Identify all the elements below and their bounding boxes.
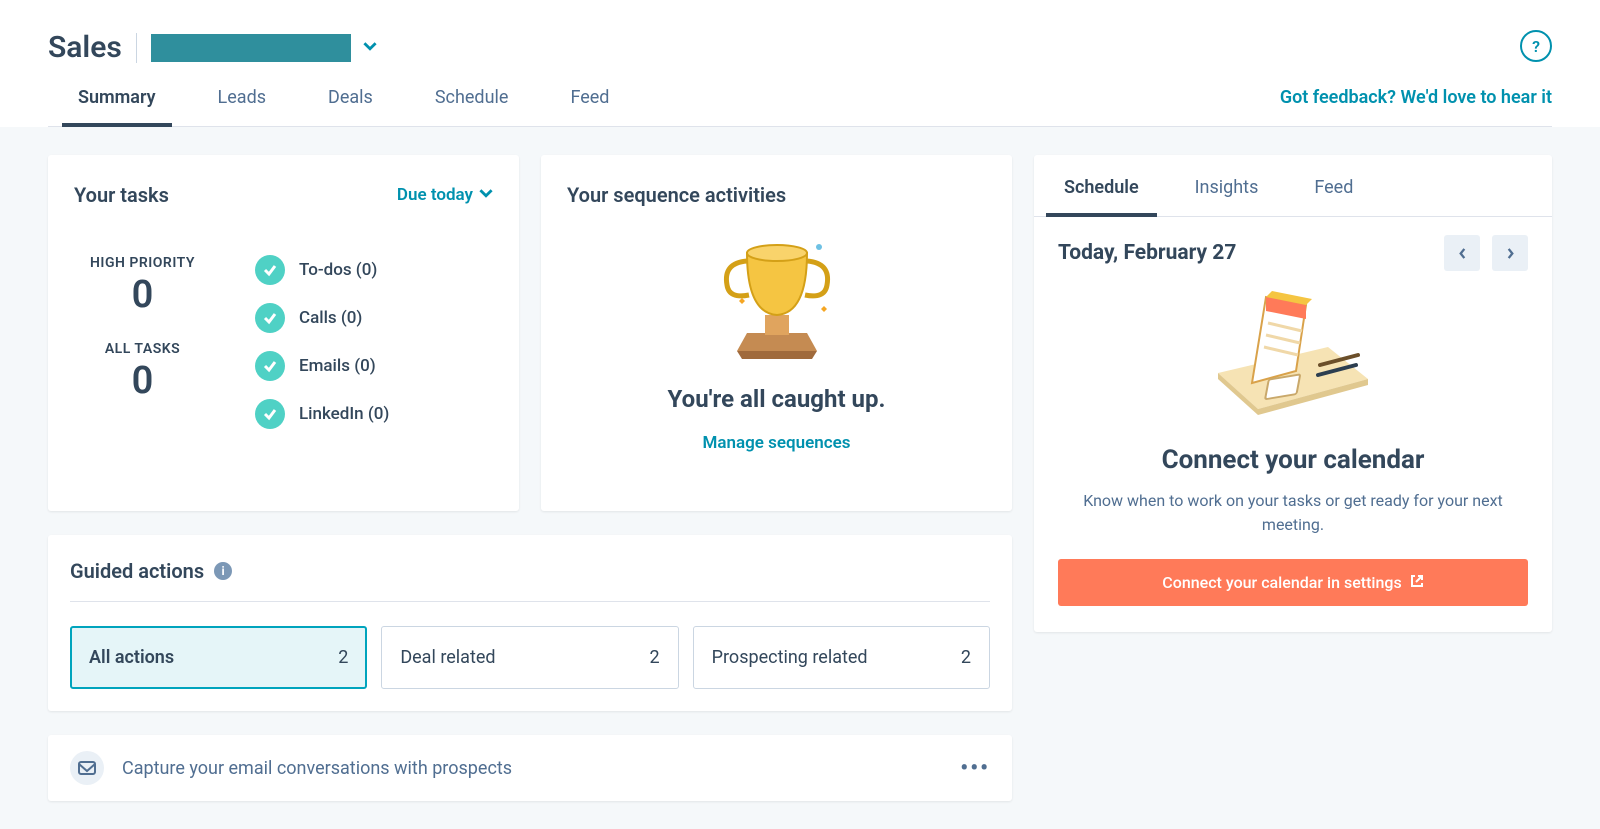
side-tab-feed[interactable]: Feed	[1314, 155, 1353, 216]
guided-tab-label: All actions	[89, 647, 174, 668]
sequences-title: Your sequence activities	[567, 183, 786, 207]
user-bar-placeholder	[151, 34, 351, 62]
caret-down-icon	[479, 185, 493, 205]
connect-button-label: Connect your calendar in settings	[1162, 573, 1401, 592]
help-button[interactable]: ?	[1520, 30, 1552, 62]
main-tabs: Summary Leads Deals Schedule Feed	[48, 87, 609, 126]
tab-deals[interactable]: Deals	[328, 87, 373, 126]
tab-feed[interactable]: Feed	[570, 87, 609, 126]
connect-calendar-button[interactable]: Connect your calendar in settings	[1058, 559, 1528, 606]
check-icon	[255, 399, 285, 429]
guided-tab-count: 2	[650, 647, 660, 668]
guided-tab-deal[interactable]: Deal related 2	[381, 626, 678, 689]
external-link-icon	[1410, 573, 1424, 592]
guided-tab-count: 2	[338, 647, 348, 668]
side-date: Today, February 27	[1058, 241, 1236, 265]
task-type-calls[interactable]: Calls (0)	[255, 303, 389, 333]
task-type-todos[interactable]: To-dos (0)	[255, 255, 389, 285]
check-icon	[255, 255, 285, 285]
caret-down-icon	[363, 38, 377, 57]
side-tab-schedule[interactable]: Schedule	[1064, 155, 1139, 216]
info-icon[interactable]: i	[214, 562, 232, 580]
tab-leads[interactable]: Leads	[218, 87, 266, 126]
tasks-title: Your tasks	[74, 183, 169, 207]
side-tab-insights[interactable]: Insights	[1195, 155, 1259, 216]
calendar-illustration	[1034, 281, 1552, 445]
trophy-illustration	[717, 223, 837, 363]
check-icon	[255, 303, 285, 333]
guided-tab-label: Prospecting related	[712, 647, 868, 668]
user-selector[interactable]	[151, 34, 377, 62]
side-panel: Schedule Insights Feed Today, February 2…	[1034, 155, 1552, 632]
caught-up-message: You're all caught up.	[668, 385, 886, 413]
prev-day-button[interactable]	[1444, 235, 1480, 271]
high-priority-value: 0	[90, 273, 195, 317]
guided-action-text: Capture your email conversations with pr…	[122, 758, 512, 779]
manage-sequences-link[interactable]: Manage sequences	[702, 433, 850, 453]
title-divider	[136, 33, 137, 63]
guided-actions-card: Guided actions i All actions 2 Deal rela…	[48, 535, 1012, 711]
sequences-card: Your sequence activities	[541, 155, 1012, 511]
feedback-link[interactable]: Got feedback? We'd love to hear it	[1280, 87, 1552, 126]
guided-tab-label: Deal related	[400, 647, 495, 668]
all-tasks-value: 0	[90, 359, 195, 403]
page-header: Sales ? Summary Leads Deals Schedule Fee…	[0, 0, 1600, 127]
task-type-label: LinkedIn (0)	[299, 404, 389, 424]
due-filter-select[interactable]: Due today	[397, 185, 493, 205]
more-menu-button[interactable]: •••	[960, 756, 990, 781]
guided-tab-all[interactable]: All actions 2	[70, 626, 367, 689]
task-type-label: To-dos (0)	[299, 260, 377, 280]
guided-actions-title: Guided actions	[70, 559, 204, 583]
guided-tab-count: 2	[961, 647, 971, 668]
guided-tab-prospecting[interactable]: Prospecting related 2	[693, 626, 990, 689]
guided-action-item[interactable]: Capture your email conversations with pr…	[48, 735, 1012, 801]
task-type-label: Calls (0)	[299, 308, 362, 328]
side-panel-title: Connect your calendar	[1034, 445, 1552, 475]
due-filter-label: Due today	[397, 185, 473, 205]
high-priority-label: HIGH PRIORITY	[90, 255, 195, 271]
all-tasks-label: ALL TASKS	[90, 341, 195, 357]
page-title: Sales	[48, 30, 122, 65]
tab-summary[interactable]: Summary	[78, 87, 156, 126]
next-day-button[interactable]	[1492, 235, 1528, 271]
task-type-emails[interactable]: Emails (0)	[255, 351, 389, 381]
envelope-icon	[70, 751, 104, 785]
task-type-linkedin[interactable]: LinkedIn (0)	[255, 399, 389, 429]
tab-schedule[interactable]: Schedule	[435, 87, 509, 126]
tasks-card: Your tasks Due today HIGH PRIORITY 0 ALL…	[48, 155, 519, 511]
side-panel-description: Know when to work on your tasks or get r…	[1034, 475, 1552, 559]
task-type-label: Emails (0)	[299, 356, 376, 376]
check-icon	[255, 351, 285, 381]
